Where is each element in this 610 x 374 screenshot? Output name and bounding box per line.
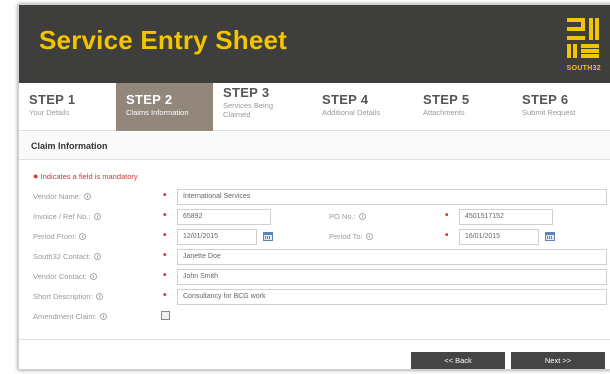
info-icon[interactable] <box>93 213 101 220</box>
invoice-ref-field[interactable]: 65892 <box>177 209 271 225</box>
vendor-contact-row: Vendor Contact: • John Smith <box>19 269 610 285</box>
info-icon[interactable] <box>358 213 366 220</box>
invoice-ref-label: Invoice / Ref No.: <box>33 212 101 221</box>
po-no-label: PO No.: <box>329 212 366 221</box>
vendor-name-row: Vendor Name: • International Services <box>19 189 610 205</box>
vendor-contact-label: Vendor Contact: <box>33 272 97 281</box>
vendor-name-field[interactable]: International Services <box>177 189 607 205</box>
step-description: Submit Request <box>522 108 576 117</box>
info-icon[interactable] <box>79 233 87 240</box>
south32-contact-field[interactable]: Janette Doe <box>177 249 607 265</box>
logo-text: SOUTH32 <box>566 65 601 72</box>
section-title: Claim Information <box>31 141 108 151</box>
short-description-field[interactable]: Consultancy for BCG work <box>177 289 607 305</box>
step-description: Claims Information <box>126 108 189 117</box>
south32-contact-label: South32 Contact: <box>33 252 101 261</box>
required-marker: • <box>163 250 167 261</box>
page-header: Service Entry Sheet SOUTH32 <box>19 5 610 83</box>
required-marker: • <box>163 290 167 301</box>
step-6[interactable]: STEP 6 Submit Request <box>512 83 610 131</box>
step-description: Services Being Claimed <box>223 101 274 119</box>
mandatory-bullet-icon: ● <box>33 171 39 181</box>
step-1[interactable]: STEP 1 Your Details <box>19 83 116 131</box>
short-description-label: Short Description: <box>33 292 103 301</box>
short-description-row: Short Description: • Consultancy for BCG… <box>19 289 610 305</box>
period-from-label: Period From: <box>33 232 87 241</box>
required-marker: • <box>163 230 167 241</box>
step-number: STEP 4 <box>322 92 369 107</box>
step-number: STEP 2 <box>126 92 173 107</box>
mandatory-note: ● Indicates a field is mandatory <box>33 171 138 181</box>
info-icon[interactable] <box>365 233 373 240</box>
period-to-field[interactable]: 16/01/2015 <box>459 229 539 245</box>
page-title: Service Entry Sheet <box>39 25 288 55</box>
step-description: Attachments <box>423 108 465 117</box>
vendor-contact-field[interactable]: John Smith <box>177 269 607 285</box>
required-marker: • <box>163 270 167 281</box>
south32-logo-icon <box>567 18 599 58</box>
period-row: Period From: • 12/01/2015 Period To: • 1… <box>19 229 610 245</box>
invoice-row: Invoice / Ref No.: • 65892 PO No.: • 450… <box>19 209 610 225</box>
amendment-claim-label: Amendment Claim: <box>33 312 107 321</box>
info-icon[interactable] <box>83 193 91 200</box>
step-3[interactable]: STEP 3 Services Being Claimed <box>213 83 312 131</box>
step-navigation: STEP 1 Your Details STEP 2 Claims Inform… <box>19 83 610 131</box>
info-icon[interactable] <box>93 253 101 260</box>
step-number: STEP 5 <box>423 92 470 107</box>
period-from-field[interactable]: 12/01/2015 <box>177 229 257 245</box>
info-icon[interactable] <box>89 273 97 280</box>
app-window: Service Entry Sheet SOUTH32 STEP 1 Your … <box>18 4 610 370</box>
step-description: Additional Details <box>322 108 380 117</box>
step-number: STEP 1 <box>29 92 76 107</box>
next-button[interactable]: Next >> <box>511 352 605 369</box>
required-marker: • <box>445 210 449 221</box>
amendment-claim-checkbox[interactable] <box>161 311 170 320</box>
step-description: Your Details <box>29 108 70 117</box>
footer-actions: << Back Next >> <box>19 339 610 369</box>
mandatory-note-text: Indicates a field is mandatory <box>40 172 138 181</box>
period-to-label: Period To: <box>329 232 373 241</box>
po-no-field[interactable]: 4501517152 <box>459 209 553 225</box>
south32-contact-row: South32 Contact: • Janette Doe <box>19 249 610 265</box>
info-icon[interactable] <box>95 293 103 300</box>
step-number: STEP 6 <box>522 92 569 107</box>
required-marker: • <box>445 230 449 241</box>
section-header: Claim Information <box>19 132 610 160</box>
step-number: STEP 3 <box>223 85 270 100</box>
step-2[interactable]: STEP 2 Claims Information <box>116 83 213 131</box>
calendar-icon[interactable] <box>263 232 273 241</box>
calendar-icon[interactable] <box>545 232 555 241</box>
vendor-name-label: Vendor Name: <box>33 192 91 201</box>
step-4[interactable]: STEP 4 Additional Details <box>312 83 413 131</box>
info-icon[interactable] <box>99 313 107 320</box>
required-marker: • <box>163 190 167 201</box>
required-marker: • <box>163 210 167 221</box>
back-button[interactable]: << Back <box>411 352 505 369</box>
step-5[interactable]: STEP 5 Attachments <box>413 83 512 131</box>
amendment-claim-row: Amendment Claim: <box>19 309 610 325</box>
